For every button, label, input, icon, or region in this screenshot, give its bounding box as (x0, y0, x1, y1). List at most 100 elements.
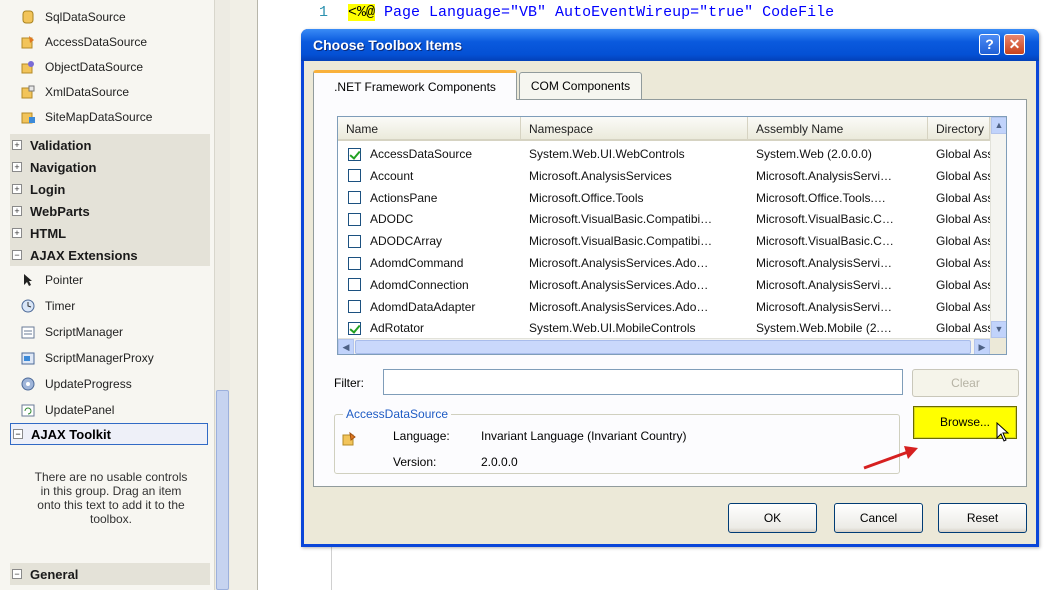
toolbox-item[interactable]: UpdatePanel (0, 397, 210, 422)
clear-button[interactable]: Clear (912, 369, 1019, 397)
scroll-up-icon[interactable]: ▲ (991, 117, 1006, 134)
row-checkbox[interactable] (348, 256, 361, 270)
toolbox-empty-message[interactable]: There are no usable controls in this gro… (30, 470, 192, 526)
toolbox-item[interactable]: SqlDataSource (0, 4, 210, 29)
toolbox-item[interactable]: XmlDataSource (0, 79, 210, 104)
row-checkbox[interactable] (348, 169, 361, 183)
dialog-titlebar[interactable]: Choose Toolbox Items ? ✕ (301, 29, 1039, 61)
sitemap-datasource-icon (21, 112, 35, 123)
toolbox-group[interactable]: + Login (10, 178, 210, 200)
row-checkbox[interactable] (348, 147, 361, 161)
toolbox-item-label: SiteMapDataSource (45, 109, 153, 124)
expand-icon: + (12, 162, 22, 172)
assembly-cell: Microsoft.AnalysisServi… (756, 168, 893, 183)
object-datasource-icon (21, 60, 34, 73)
column-header-name[interactable]: Name (338, 117, 521, 141)
toolbox-item[interactable]: SiteMapDataSource (0, 104, 210, 129)
name-cell: AccessDataSource (338, 147, 521, 161)
column-header-directory[interactable]: Directory (928, 117, 990, 141)
reset-button[interactable]: Reset (938, 503, 1027, 533)
component-name: AdRotator (370, 321, 425, 336)
component-name: ActionsPane (370, 190, 438, 205)
list-horizontal-scrollbar[interactable]: ◀ ▶ (338, 338, 990, 354)
name-cell: AdomdCommand (338, 256, 521, 270)
choose-toolbox-items-dialog: Choose Toolbox Items ? ✕ .NET Framework … (301, 29, 1039, 547)
tab-com-components[interactable]: COM Components (519, 72, 642, 99)
toolbox-item[interactable]: ScriptManagerProxy (0, 345, 210, 370)
list-row[interactable]: AdRotator System.Web.UI.MobileControls Sys… (338, 317, 990, 339)
toolbox-panel: SqlDataSource AccessDataSource ObjectDataS… (0, 0, 230, 590)
namespace-cell: System.Web.UI.WebControls (529, 147, 685, 161)
toolbox-group[interactable]: + HTML (10, 222, 210, 244)
scroll-left-icon[interactable]: ◀ (338, 339, 354, 354)
list-row[interactable]: Account Microsoft.AnalysisServices Microso… (338, 165, 990, 187)
version-value: 2.0.0.0 (481, 455, 518, 469)
list-vertical-scrollbar[interactable]: ▲ ▼ (990, 117, 1006, 338)
list-row[interactable]: AdomdConnection Microsoft.AnalysisService… (338, 274, 990, 296)
namespace-cell: Microsoft.AnalysisServices (529, 168, 672, 183)
scrollbar-thumb[interactable] (216, 390, 229, 590)
list-row[interactable]: ActionsPane Microsoft.Office.Tools Microso… (338, 187, 990, 209)
scrollbar-corner (990, 338, 1006, 354)
toolbox-item-label: ScriptManager (45, 324, 124, 339)
filter-input[interactable] (383, 369, 903, 395)
name-cell: AdomdConnection (338, 278, 521, 292)
component-name: ADODC (370, 212, 414, 227)
directory-cell: Global Ass (936, 299, 990, 314)
scriptmanager-icon (21, 326, 35, 338)
expand-icon: + (12, 184, 22, 194)
component-name: AdomdCommand (370, 256, 464, 270)
namespace-cell: Microsoft.VisualBasic.Compatibi… (529, 212, 713, 227)
toolbox-group[interactable]: + WebParts (10, 200, 210, 222)
splitter[interactable] (230, 0, 258, 590)
ok-button[interactable]: OK (728, 503, 817, 533)
row-checkbox[interactable] (348, 212, 361, 226)
help-button[interactable]: ? (979, 34, 1000, 55)
row-checkbox[interactable] (348, 300, 361, 314)
toolbox-group[interactable]: − AJAX Extensions (10, 244, 210, 266)
component-name: AdomdConnection (370, 277, 469, 292)
toolbox-item-label: UpdatePanel (45, 402, 115, 417)
close-button[interactable]: ✕ (1004, 34, 1025, 55)
list-row[interactable]: AccessDataSource System.Web.UI.WebControl… (338, 143, 990, 165)
assembly-cell: Microsoft.VisualBasic.C… (756, 212, 894, 227)
toolbox-group-ajax-toolkit[interactable]: − AJAX Toolkit (10, 423, 208, 445)
row-checkbox[interactable] (348, 234, 361, 248)
row-checkbox[interactable] (348, 191, 361, 205)
toolbox-item[interactable]: Timer (0, 293, 210, 318)
toolbox-item[interactable]: ScriptManager (0, 319, 210, 344)
assembly-cell: Microsoft.AnalysisServi… (756, 299, 893, 314)
row-checkbox[interactable] (348, 321, 361, 335)
cancel-button[interactable]: Cancel (834, 503, 923, 533)
namespace-cell: Microsoft.AnalysisServices.Ado… (529, 256, 709, 270)
list-row[interactable]: AdomdDataAdapter Microsoft.AnalysisServic… (338, 296, 990, 318)
toolbox-group-general[interactable]: − General (10, 563, 210, 585)
toolbox-scrollbar[interactable] (214, 0, 230, 590)
list-header: Name Namespace Assembly Name Directory (338, 117, 990, 141)
scroll-down-icon[interactable]: ▼ (991, 321, 1006, 338)
row-checkbox[interactable] (348, 278, 361, 292)
language-value: Invariant Language (Invariant Country) (481, 429, 687, 443)
toolbox-item[interactable]: UpdateProgress (0, 371, 210, 396)
toolbox-item[interactable]: ObjectDataSource (0, 54, 210, 79)
line-number: 1 (319, 4, 329, 21)
list-row[interactable]: ADODC Microsoft.VisualBasic.Compatibi… Mic… (338, 208, 990, 230)
name-cell: ADODC (338, 212, 521, 226)
toolbox-item[interactable]: Pointer (0, 267, 210, 292)
scrollbar-thumb[interactable] (355, 340, 971, 354)
toolbox-item[interactable]: AccessDataSource (0, 29, 210, 54)
components-list[interactable]: Name Namespace Assembly Name Directory A… (337, 116, 1007, 355)
column-header-assembly[interactable]: Assembly Name (748, 117, 928, 141)
column-header-namespace[interactable]: Namespace (521, 117, 748, 141)
toolbox-group[interactable]: + Navigation (10, 156, 210, 178)
collapse-icon: − (13, 429, 23, 439)
assembly-cell: System.Web.Mobile (2.… (756, 321, 892, 336)
scroll-right-icon[interactable]: ▶ (974, 339, 990, 354)
list-row[interactable]: ADODCArray Microsoft.VisualBasic.Compatib… (338, 230, 990, 252)
tab-net-framework-components[interactable]: .NET Framework Components (313, 70, 517, 100)
toolbox-group[interactable]: + Validation (10, 134, 210, 156)
directory-cell: Global Ass (936, 256, 990, 270)
name-cell: AdRotator (338, 321, 521, 335)
list-row[interactable]: AdomdCommand Microsoft.AnalysisServices.A… (338, 252, 990, 274)
language-label: Language: (393, 429, 450, 443)
